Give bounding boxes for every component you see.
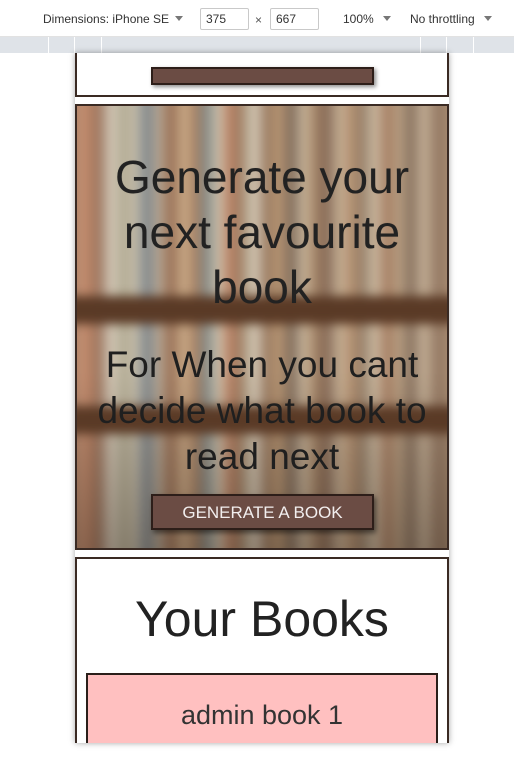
book-list-item[interactable]: admin book 1 [86, 673, 438, 743]
hero-section: Generate your next favourite book For Wh… [75, 104, 449, 550]
media-query-segment[interactable] [48, 37, 49, 53]
media-query-segment[interactable] [420, 37, 421, 53]
device-dimensions-dropdown[interactable]: Dimensions: iPhone SE [43, 12, 184, 26]
media-query-bar[interactable] [0, 37, 514, 53]
media-query-segment[interactable] [446, 37, 447, 53]
previous-section-button[interactable] [151, 67, 374, 85]
times-symbol: × [255, 13, 263, 27]
your-books-title: Your Books [135, 591, 389, 647]
media-query-segment[interactable] [101, 37, 102, 53]
media-query-segment[interactable] [74, 37, 75, 53]
chevron-down-icon [483, 16, 492, 21]
throttling-label: No throttling [410, 12, 475, 26]
chevron-down-icon [382, 16, 391, 21]
media-query-segment[interactable] [473, 37, 474, 53]
throttling-dropdown[interactable]: No throttling [410, 12, 492, 26]
device-toolbar: Dimensions: iPhone SE × 100% No throttli… [0, 0, 514, 37]
height-input[interactable] [270, 8, 319, 30]
book-item-label: admin book 1 [180, 700, 344, 730]
previous-section-card [75, 53, 449, 97]
hero-title: Generate your next favourite book [114, 151, 410, 313]
zoom-dropdown[interactable]: 100% [343, 12, 391, 26]
width-input[interactable] [200, 8, 249, 30]
chevron-down-icon [175, 16, 184, 21]
your-books-section: Your Books admin book 1 [75, 557, 449, 743]
page-viewport: Generate your next favourite book For Wh… [75, 53, 449, 743]
zoom-label: 100% [343, 12, 374, 26]
generate-book-button[interactable]: GENERATE A BOOK [151, 494, 374, 530]
device-dimensions-label: Dimensions: iPhone SE [43, 12, 170, 26]
hero-subtitle: For When you cant decide what book to re… [97, 344, 427, 477]
